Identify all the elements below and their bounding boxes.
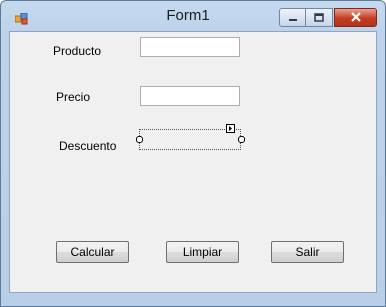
precio-input[interactable]: [140, 86, 240, 106]
salir-button[interactable]: Salir: [271, 241, 344, 263]
descuento-input-selected[interactable]: [136, 124, 245, 150]
precio-label: Precio: [56, 90, 91, 104]
close-button[interactable]: [334, 8, 377, 27]
limpiar-button[interactable]: Limpiar: [166, 241, 239, 263]
producto-label: Producto: [53, 44, 102, 58]
calcular-button[interactable]: Calcular: [56, 241, 129, 263]
producto-input[interactable]: [140, 37, 240, 57]
descuento-label: Descuento: [59, 139, 117, 153]
form-window: Form1 Producto Precio Descuento Calcular…: [0, 0, 386, 307]
minimize-button[interactable]: [279, 8, 306, 27]
maximize-icon: [314, 9, 324, 27]
close-icon: [350, 9, 362, 27]
minimize-icon: [288, 9, 298, 27]
smart-tag-arrow-icon[interactable]: [226, 124, 235, 133]
title-bar[interactable]: Form1: [1, 1, 385, 31]
resize-handle-right[interactable]: [238, 136, 245, 143]
resize-handle-left[interactable]: [136, 136, 143, 143]
form-client-area: Producto Precio Descuento Calcular Limpi…: [9, 31, 377, 293]
maximize-button[interactable]: [306, 8, 333, 27]
